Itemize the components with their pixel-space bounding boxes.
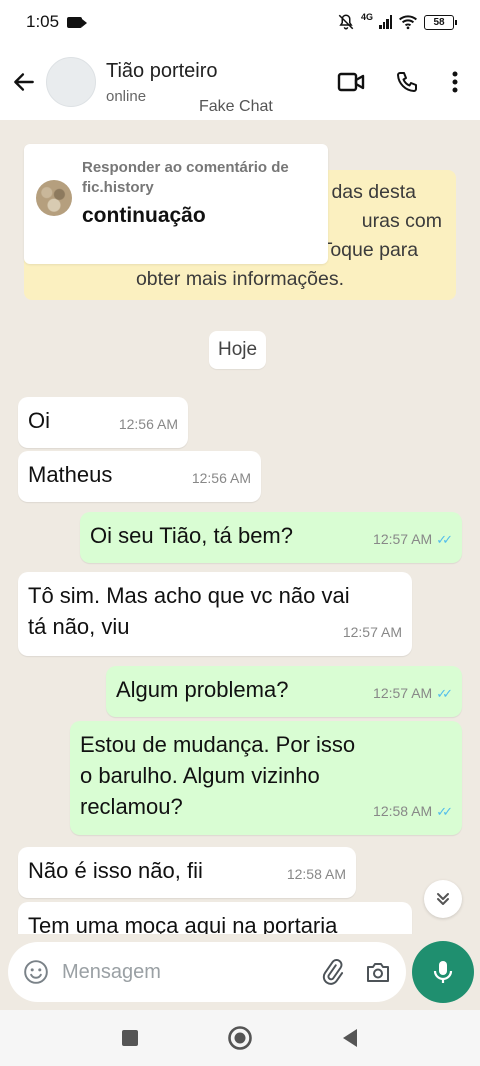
network-type: 4G <box>360 12 373 22</box>
voice-message-button[interactable] <box>412 941 474 1003</box>
encryption-notice-line: obter mais informações. <box>135 268 345 290</box>
scroll-to-bottom-button[interactable] <box>424 880 462 918</box>
status-bar: 1:05 4G 58 <box>0 0 480 44</box>
voice-call-button[interactable] <box>392 67 422 97</box>
back-arrow-icon <box>14 73 34 91</box>
home-button[interactable] <box>225 1023 255 1053</box>
battery-level: 58 <box>433 16 445 28</box>
message-bubble[interactable]: Oi seu Tião, tá bem? 12:57 AM ✓✓ <box>80 512 462 563</box>
battery-icon: 58 <box>424 14 457 30</box>
recents-button[interactable] <box>115 1023 145 1053</box>
chat-header: Tião porteiro online Fake Chat <box>0 44 480 120</box>
message-text: Não é isso não, fii <box>28 858 203 883</box>
reply-text: Responder ao comentário de fic.history c… <box>82 158 316 254</box>
reply-caption: Responder ao comentário de fic.history <box>82 159 289 196</box>
message-text: Oi <box>28 408 50 433</box>
message-input[interactable]: Mensagem <box>8 942 406 1002</box>
message-bubble[interactable]: Algum problema? 12:57 AM ✓✓ <box>106 666 462 717</box>
camera-button[interactable] <box>362 956 394 988</box>
video-call-button[interactable] <box>336 67 366 97</box>
camera-icon <box>367 963 389 982</box>
emoji-icon <box>24 960 48 984</box>
chat-area[interactable]: das desta uras com criptografia de ponta… <box>0 120 480 934</box>
signal-icon <box>379 15 392 29</box>
message-placeholder: Mensagem <box>62 960 161 983</box>
header-actions <box>336 67 480 97</box>
circle-icon <box>228 1026 252 1050</box>
message-text: Tem uma moça aqui na portaria <box>28 913 338 934</box>
message-text: Matheus <box>28 462 113 487</box>
back-nav-button[interactable] <box>335 1023 365 1053</box>
screen-record-icon <box>67 16 88 28</box>
message-text: Oi seu Tião, tá bem? <box>90 523 293 548</box>
message-meta: 12:57 AM <box>343 617 402 648</box>
attach-button[interactable] <box>316 956 348 988</box>
message-time: 12:58 AM <box>286 866 346 882</box>
message-meta: 12:57 AM ✓✓ <box>373 524 453 555</box>
attach-icon <box>322 959 344 985</box>
message-time: 12:58 AM <box>373 803 433 819</box>
message-bubble[interactable]: Tô sim. Mas acho que vc não vai tá não, … <box>18 572 412 656</box>
read-ticks-icon: ✓✓ <box>436 686 453 701</box>
video-call-icon <box>337 72 365 92</box>
message-text-line: Estou de mudança. Por isso <box>80 732 356 757</box>
date-chip: Hoje <box>209 331 267 369</box>
more-vert-icon <box>452 71 458 93</box>
message-meta: 12:56 AM <box>119 409 178 440</box>
reply-title: continuação <box>82 204 206 227</box>
emoji-button[interactable] <box>20 956 52 988</box>
message-meta: 12:57 AM ✓✓ <box>373 678 453 709</box>
message-time: 12:56 AM <box>191 470 251 486</box>
square-icon <box>122 1030 138 1046</box>
message-bubble[interactable]: Não é isso não, fii 12:58 AM <box>18 847 356 898</box>
contact-name: Tião porteiro <box>106 59 218 82</box>
message-time: 12:57 AM <box>342 624 402 640</box>
wifi-icon <box>398 14 418 30</box>
message-time: 12:57 AM <box>373 531 433 547</box>
status-time: 1:05 <box>26 12 60 31</box>
mic-icon <box>433 961 453 983</box>
status-icons: 4G 58 <box>337 12 457 31</box>
message-bubble[interactable]: Matheus 12:56 AM <box>18 451 261 502</box>
composer-bar: Mensagem <box>0 934 480 1010</box>
message-meta: 12:56 AM <box>192 463 251 494</box>
reply-thumbnail <box>36 180 72 216</box>
mute-bell-icon <box>337 13 355 31</box>
reply-comment-card[interactable]: Responder ao comentário de fic.history c… <box>24 144 328 264</box>
message-bubble[interactable]: Tem uma moça aqui na portaria <box>18 902 412 934</box>
watermark-label: Fake Chat <box>199 98 273 115</box>
message-text-line: o barulho. Algum vizinho <box>80 763 320 788</box>
system-nav-bar <box>0 1010 480 1066</box>
message-time: 12:56 AM <box>118 416 178 432</box>
read-ticks-icon: ✓✓ <box>436 804 453 819</box>
phone-icon <box>397 72 417 92</box>
avatar[interactable] <box>46 57 96 107</box>
read-ticks-icon: ✓✓ <box>436 532 453 547</box>
message-meta: 12:58 AM <box>287 859 346 890</box>
message-bubble[interactable]: Oi 12:56 AM <box>18 397 188 448</box>
more-options-button[interactable] <box>448 67 462 97</box>
message-text: Algum problema? <box>116 677 289 702</box>
message-time: 12:57 AM <box>373 685 433 701</box>
back-button[interactable] <box>2 60 46 104</box>
message-bubble[interactable]: Estou de mudança. Por isso o barulho. Al… <box>70 721 462 835</box>
message-meta: 12:58 AM ✓✓ <box>373 796 453 827</box>
triangle-back-icon <box>343 1029 357 1047</box>
message-text-line: Tô sim. Mas acho que vc não vai <box>28 583 350 608</box>
scroll-down-icon <box>437 893 449 905</box>
